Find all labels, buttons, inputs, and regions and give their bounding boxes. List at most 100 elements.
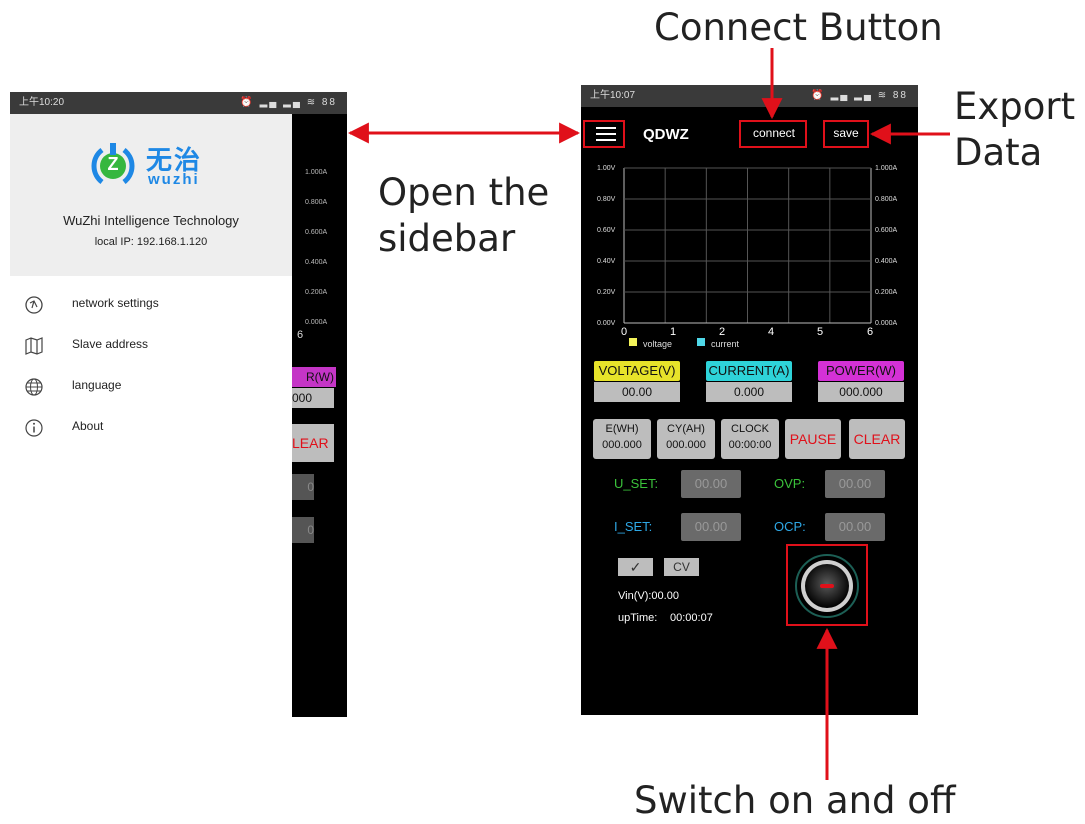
uptime-value: 00:00:07	[670, 612, 713, 624]
chart: 1.00V 0.80V 0.60V 0.40V 0.20V 0.00V 1.00…	[581, 160, 918, 360]
x-tick: 1	[670, 326, 677, 338]
bg-input: 0	[292, 474, 314, 500]
x-tick: 0	[621, 326, 628, 338]
legend-current-label: current	[711, 339, 740, 349]
y-right-tick: 0.400A	[875, 258, 898, 265]
status-icons: ⏰ ▂▄ ▂▄ ≋ 88	[811, 90, 908, 101]
y-right-tick: 0.000A	[875, 320, 898, 327]
cv-indicator: CV	[664, 558, 699, 576]
app-title: QDWZ	[643, 126, 689, 143]
energy-wh: E(WH) 000.000	[593, 419, 651, 459]
status-bar: 上午10:07 ⏰ ▂▄ ▂▄ ≋ 88	[581, 85, 918, 107]
uptime-label: upTime:	[618, 612, 658, 624]
sidebar-drawer: Z 无治 wuzhi WuZhi Intelligence Technology…	[10, 114, 292, 717]
status-time: 上午10:07	[590, 90, 636, 101]
globe-icon	[24, 377, 44, 397]
i-set-input[interactable]: 00.00	[681, 513, 741, 541]
sidebar-item-label: network settings	[72, 296, 159, 310]
sidebar-screen: 上午10:20 ⏰ ▂▄ ▂▄ ≋ 88 1.000A 0.800A 0.600…	[10, 92, 347, 717]
clock: CLOCK 00:00:00	[721, 419, 779, 459]
bg-tick: 0.000A	[305, 319, 328, 326]
sidebar-item-label: Slave address	[72, 337, 149, 351]
bg-power-label: R(W)	[292, 367, 336, 387]
y-left-tick: 0.60V	[597, 227, 616, 234]
i-set-label: I_SET:	[614, 519, 653, 534]
status-icons: ⏰ ▂▄ ▂▄ ≋ 88	[240, 97, 337, 108]
y-right-tick: 1.000A	[875, 165, 898, 172]
bg-tick: 0.600A	[305, 229, 328, 236]
y-left-tick: 0.00V	[597, 320, 616, 327]
capacity-ah-label: CY(AH)	[667, 423, 705, 435]
info-icon	[24, 418, 44, 438]
y-right-tick: 0.200A	[875, 289, 898, 296]
x-tick: 6	[867, 326, 874, 338]
pause-button[interactable]: PAUSE	[785, 419, 841, 459]
logo-mark-icon: Z	[88, 140, 138, 190]
menu-highlight-box	[583, 120, 625, 148]
x-tick: 4	[768, 326, 775, 338]
logo-en: wuzhi	[148, 171, 200, 188]
y-left-tick: 0.80V	[597, 196, 616, 203]
y-left-tick: 0.40V	[597, 258, 616, 265]
ocp-input[interactable]: 00.00	[825, 513, 885, 541]
network-icon	[24, 295, 44, 315]
capacity-ah-value: 000.000	[666, 439, 706, 451]
drawer-header: Z 无治 wuzhi WuZhi Intelligence Technology…	[10, 114, 292, 276]
u-set-input[interactable]: 00.00	[681, 470, 741, 498]
legend-voltage-label: voltage	[643, 339, 673, 349]
annotation-connect-button: Connect Button	[654, 6, 943, 49]
bg-tick: 0.200A	[305, 289, 328, 296]
bg-x-tick: 6	[297, 329, 304, 341]
y-left-tick: 0.20V	[597, 289, 616, 296]
legend-current-swatch	[697, 338, 705, 346]
ovp-input[interactable]: 00.00	[825, 470, 885, 498]
save-highlight-box	[823, 120, 869, 148]
y-right-tick: 0.800A	[875, 196, 898, 203]
legend-voltage-swatch	[629, 338, 637, 346]
local-ip: local IP: 192.168.1.120	[94, 236, 208, 248]
energy-wh-label: E(WH)	[605, 423, 639, 435]
y-left-tick: 1.00V	[597, 165, 616, 172]
sidebar-item-label: About	[72, 419, 104, 433]
bg-power-value: 000	[292, 388, 334, 408]
u-set-label: U_SET:	[614, 476, 659, 491]
bg-tick: 0.400A	[305, 259, 328, 266]
y-right-tick: 0.600A	[875, 227, 898, 234]
voltage-value: 00.00	[594, 382, 680, 402]
current-value: 0.000	[706, 382, 792, 402]
energy-wh-value: 000.000	[602, 439, 642, 451]
annotation-export-data: Export Data	[954, 85, 1076, 174]
connect-highlight-box	[739, 120, 807, 148]
clock-value: 00:00:00	[728, 439, 772, 451]
bg-tick: 0.800A	[305, 199, 328, 206]
bg-clear-button: LEAR	[292, 424, 334, 462]
ovp-label: OVP:	[774, 476, 806, 491]
sidebar-item-network-settings[interactable]: network settings	[10, 284, 292, 325]
x-tick: 2	[719, 326, 726, 338]
background-chart: 1.000A 0.800A 0.600A 0.400A 0.200A 0.000…	[295, 114, 347, 364]
sidebar-item-about[interactable]: About	[10, 407, 292, 448]
logo-mark-letter: Z	[107, 154, 119, 174]
brand-logo: Z 无治 wuzhi	[88, 136, 228, 196]
clear-button[interactable]: CLEAR	[849, 419, 905, 459]
power-label: POWER(W)	[818, 361, 904, 381]
map-icon	[24, 336, 44, 356]
check-toggle[interactable]: ✓	[618, 558, 653, 576]
vin-readout: Vin(V):00.00	[618, 590, 679, 602]
sidebar-item-slave-address[interactable]: Slave address	[10, 325, 292, 366]
x-tick: 5	[817, 326, 824, 338]
current-label: CURRENT(A)	[706, 361, 792, 381]
sidebar-item-language[interactable]: language	[10, 366, 292, 407]
annotation-open-sidebar: Open the sidebar	[378, 171, 550, 260]
bg-tick: 1.000A	[305, 169, 328, 176]
sidebar-item-label: language	[72, 378, 122, 392]
voltage-label: VOLTAGE(V)	[594, 361, 680, 381]
power-value: 000.000	[818, 382, 904, 402]
annotation-switch: Switch on and off	[634, 779, 956, 822]
main-screen: 上午10:07 ⏰ ▂▄ ▂▄ ≋ 88 QDWZ connect save 1…	[581, 85, 918, 715]
clock-label: CLOCK	[731, 423, 769, 435]
ocp-label: OCP:	[774, 519, 806, 534]
bg-input: 0	[292, 517, 314, 543]
company-name: WuZhi Intelligence Technology	[63, 213, 239, 228]
status-bar: 上午10:20 ⏰ ▂▄ ▂▄ ≋ 88	[10, 92, 347, 114]
